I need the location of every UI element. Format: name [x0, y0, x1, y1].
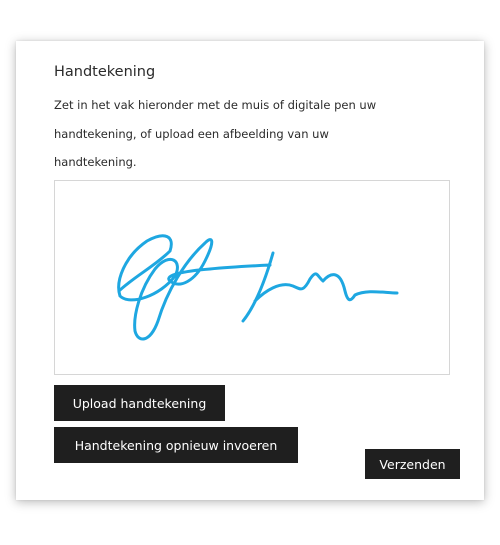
instructions-text: Zet in het vak hieronder met de muis of … — [54, 91, 454, 177]
instructions-line: Zet in het vak hieronder met de muis of … — [54, 98, 377, 112]
instructions-line: handtekening. — [54, 155, 137, 169]
instructions-line: handtekening, of upload een afbeelding v… — [54, 126, 329, 141]
upload-signature-button[interactable]: Upload handtekening — [54, 385, 225, 421]
signature-drawing — [117, 234, 399, 341]
form-title: Handtekening — [54, 64, 156, 80]
submit-button[interactable]: Verzenden — [365, 449, 460, 479]
signature-form-card: Handtekening Zet in het vak hieronder me… — [16, 41, 484, 500]
redo-signature-button[interactable]: Handtekening opnieuw invoeren — [54, 427, 298, 463]
signature-pad[interactable] — [54, 180, 450, 375]
signature-stroke — [117, 234, 399, 341]
